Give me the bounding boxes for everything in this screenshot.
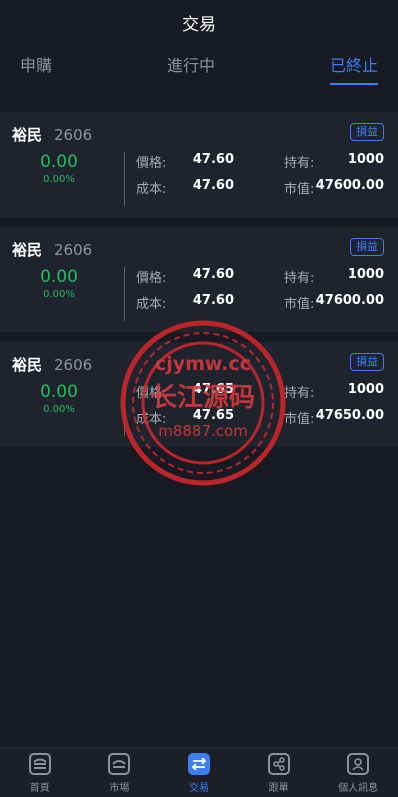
nav-market[interactable]: 市場 xyxy=(89,753,149,794)
stock-title: 裕民 2606 xyxy=(12,354,92,375)
change-value: 0.00 xyxy=(40,152,78,172)
pl-button[interactable]: 損益 xyxy=(350,238,384,256)
price-value: 47.65 xyxy=(192,382,234,397)
market-value: 47600.00 xyxy=(315,178,384,193)
cost-label: 成本: xyxy=(136,297,167,312)
cost-label: 成本: xyxy=(136,412,167,427)
pl-button[interactable]: 損益 xyxy=(350,353,384,371)
pl-button[interactable]: 損益 xyxy=(350,123,384,141)
position-details: 價格: 47.60 持有: 1000 成本: 47.60 市值: 47600.0… xyxy=(136,152,384,206)
tab-terminated[interactable]: 已終止 xyxy=(329,52,378,85)
position-card[interactable]: 裕民 2606 損益 0.00 0.00% 價格: 47.60 持有: 1000… xyxy=(0,227,398,332)
bottom-nav: 首頁 市場 交易 跟單 個人訊息 xyxy=(0,747,398,797)
nav-market-label: 市場 xyxy=(109,783,130,794)
hold-value: 1000 xyxy=(347,152,384,167)
cost-value: 47.65 xyxy=(192,408,234,423)
stock-code: 2606 xyxy=(54,356,93,374)
change-block: 0.00 0.00% xyxy=(0,152,118,185)
stock-name: 裕民 xyxy=(12,241,43,259)
nav-home[interactable]: 首頁 xyxy=(10,753,70,794)
tab-in-progress[interactable]: 進行中 xyxy=(167,52,215,82)
change-value: 0.00 xyxy=(40,267,78,287)
change-percent: 0.00% xyxy=(43,289,75,300)
market-value: 47600.00 xyxy=(315,293,384,308)
nav-follow-label: 跟單 xyxy=(268,783,289,794)
status-tabs: 申購 進行中 已終止 xyxy=(0,44,398,90)
change-block: 0.00 0.00% xyxy=(0,267,118,300)
change-value: 0.00 xyxy=(40,382,78,402)
position-card[interactable]: 裕民 2606 損益 0.00 0.00% 價格: 47.60 持有: 1000… xyxy=(0,112,398,217)
cost-value: 47.60 xyxy=(192,293,234,308)
stock-title: 裕民 2606 xyxy=(12,239,92,260)
divider xyxy=(124,382,125,436)
nav-profile[interactable]: 個人訊息 xyxy=(328,753,388,794)
stock-name: 裕民 xyxy=(12,126,43,144)
profile-icon xyxy=(347,753,370,775)
nav-trade-label: 交易 xyxy=(188,783,209,794)
position-details: 價格: 47.65 持有: 1000 成本: 47.65 市值: 47650.0… xyxy=(136,382,384,436)
divider xyxy=(124,267,125,321)
trade-icon xyxy=(187,753,210,775)
stock-name: 裕民 xyxy=(12,356,43,374)
hold-value: 1000 xyxy=(347,267,384,282)
page-title: 交易 xyxy=(182,14,216,35)
price-label: 價格: xyxy=(136,271,167,286)
stock-title: 裕民 2606 xyxy=(12,124,92,145)
position-card[interactable]: 裕民 2606 損益 0.00 0.00% 價格: 47.65 持有: 1000… xyxy=(0,342,398,447)
price-value: 47.60 xyxy=(192,152,234,167)
price-label: 價格: xyxy=(136,156,167,171)
stock-code: 2606 xyxy=(54,241,93,259)
position-details: 價格: 47.60 持有: 1000 成本: 47.60 市值: 47600.0… xyxy=(136,267,384,321)
change-block: 0.00 0.00% xyxy=(0,382,118,415)
nav-trade[interactable]: 交易 xyxy=(169,753,229,794)
cost-label: 成本: xyxy=(136,182,167,197)
change-percent: 0.00% xyxy=(43,174,75,185)
share-icon xyxy=(267,753,290,775)
change-percent: 0.00% xyxy=(43,404,75,415)
top-header: 交易 xyxy=(0,0,398,44)
price-label: 價格: xyxy=(136,386,167,401)
nav-home-label: 首頁 xyxy=(29,783,50,794)
home-icon xyxy=(28,753,51,775)
hold-value: 1000 xyxy=(347,382,384,397)
stock-code: 2606 xyxy=(54,126,93,144)
cost-value: 47.60 xyxy=(192,178,234,193)
nav-profile-label: 個人訊息 xyxy=(338,783,379,794)
divider xyxy=(124,152,125,206)
tab-subscribe[interactable]: 申購 xyxy=(20,52,52,82)
position-list: 裕民 2606 損益 0.00 0.00% 價格: 47.60 持有: 1000… xyxy=(0,112,398,447)
market-icon xyxy=(108,753,131,775)
price-value: 47.60 xyxy=(192,267,234,282)
market-value: 47650.00 xyxy=(315,408,384,423)
nav-follow[interactable]: 跟單 xyxy=(249,753,309,794)
